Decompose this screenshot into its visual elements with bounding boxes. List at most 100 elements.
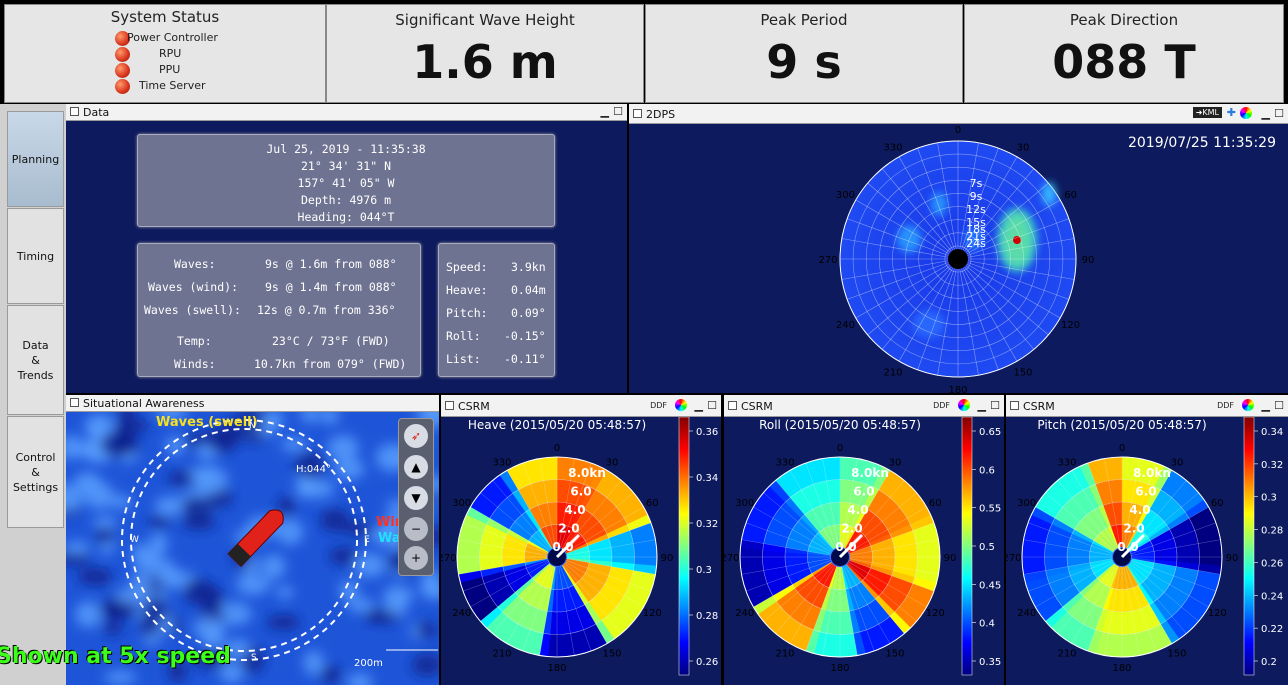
wave-blob <box>148 515 171 528</box>
maximize-icon[interactable]: ☐ <box>990 399 1000 412</box>
roll-label: Roll: <box>446 329 481 343</box>
waves-wind-label: Waves (wind): <box>148 280 239 294</box>
csrm-angle-label: 150 <box>602 648 621 659</box>
minimize-icon[interactable]: ▁ <box>601 105 609 118</box>
angle-label: 150 <box>1013 368 1032 379</box>
add-icon[interactable]: ✚ <box>1227 106 1236 119</box>
spectrum-blob <box>1042 182 1056 206</box>
nav-planning[interactable]: Planning <box>7 111 64 207</box>
heading-label: H:044° <box>296 464 331 475</box>
csrm-angle-label: 30 <box>606 458 619 469</box>
wave-blob <box>207 433 237 453</box>
wave-blob <box>416 621 437 639</box>
wave-blob <box>266 614 301 631</box>
position-datetime: Jul 25, 2019 - 11:35:38 <box>266 142 426 156</box>
wave-blob <box>193 466 228 494</box>
color-wheel-icon[interactable] <box>675 399 687 411</box>
pan-up-button[interactable]: ▲ <box>404 455 428 479</box>
status-led-icon <box>115 63 130 78</box>
color-wheel-icon[interactable] <box>1240 107 1252 119</box>
nav-timing[interactable]: Timing <box>7 208 64 304</box>
color-wheel-icon[interactable] <box>958 399 970 411</box>
csrm-chart-title: Heave (2015/05/20 05:48:57) <box>468 418 646 432</box>
csrm-angle-label: 210 <box>775 648 794 659</box>
colorbar-label: 0.28 <box>1261 526 1283 537</box>
dps-panel: 2DPS ➜KML ✚ ▁ ☐ 0 30 60 90 120 150 180 210 240 27… <box>629 104 1288 393</box>
csrm-angle-label: 270 <box>724 553 740 564</box>
maximize-icon[interactable]: ☐ <box>1274 107 1284 120</box>
north-up-button[interactable]: ➶ <box>404 424 428 448</box>
colorbar <box>961 417 973 676</box>
peak-period-title: Peak Period <box>760 11 848 29</box>
speed-ring-label: 4.0 <box>564 503 585 517</box>
wave-blob <box>303 650 324 676</box>
colorbar-label: 0.3 <box>1261 493 1277 504</box>
angle-label: 0 <box>955 125 961 136</box>
colorbar-label: 0.2 <box>1261 657 1277 668</box>
speed-ring-label: 8.0kn <box>851 466 889 480</box>
angle-label: 210 <box>883 368 902 379</box>
colorbar-label: 0.45 <box>979 580 1001 591</box>
waves-swell-value: 12s @ 0.7m from 336° <box>257 303 396 317</box>
csrm-angle-label: 0 <box>1119 443 1125 454</box>
pan-down-button[interactable]: ▼ <box>404 486 428 510</box>
angle-label: 300 <box>836 190 855 201</box>
nav-data-trends[interactable]: Data & Trends <box>7 305 64 415</box>
speed-ring-label: 2.0 <box>841 522 862 536</box>
kml-export-button[interactable]: ➜KML <box>1192 107 1222 118</box>
peak-period-tile: Peak Period 9 s <box>645 4 963 103</box>
nav-control-settings[interactable]: Control & Settings <box>7 416 64 528</box>
system-status-title: System Status <box>110 8 220 26</box>
colorbar-label: 0.26 <box>696 657 718 668</box>
nav-data-trends-label: Data & Trends <box>17 338 54 382</box>
compass-west: W <box>130 535 139 545</box>
colorbar-label: 0.35 <box>979 657 1001 668</box>
colorbar-label: 0.28 <box>696 611 718 622</box>
angle-label: 90 <box>1082 255 1095 266</box>
csrm-angle-label: 60 <box>1211 498 1224 509</box>
sidebar: Planning Timing Data & Trends Control & … <box>0 104 66 685</box>
csrm-angle-label: 330 <box>492 458 511 469</box>
nav-planning-label: Planning <box>11 152 60 166</box>
dps-timestamp: 2019/07/25 11:35:29 <box>1127 135 1276 151</box>
polar-center <box>948 249 968 269</box>
maximize-icon[interactable]: ☐ <box>613 105 623 118</box>
colorbar-label: 0.34 <box>1261 427 1283 438</box>
maximize-icon[interactable]: ☐ <box>1274 399 1284 412</box>
minimize-icon[interactable]: ▁ <box>1262 107 1270 120</box>
colorbar-label: 0.65 <box>979 427 1001 438</box>
ddf-label: DDF <box>933 401 950 410</box>
wave-blob <box>111 442 141 455</box>
waves-swell-label: Waves (swell) <box>156 415 258 430</box>
wave-blob <box>104 670 137 685</box>
speed-ring-label: 0.0 <box>835 540 856 554</box>
speed-ring-label: 6.0 <box>1135 485 1156 499</box>
position-longitude: 157° 41' 05" W <box>297 176 395 190</box>
maximize-icon[interactable]: ☐ <box>707 399 717 412</box>
colorbar-label: 0.6 <box>979 465 995 476</box>
minimize-icon[interactable]: ▁ <box>1262 399 1270 412</box>
colorbar <box>1243 417 1255 676</box>
data-panel-title: Data <box>70 106 109 119</box>
minimize-icon[interactable]: ▁ <box>695 399 703 412</box>
wave-blob <box>334 458 365 480</box>
speed-ring-label: 0.0 <box>552 540 573 554</box>
csrm-angle-label: 90 <box>944 553 957 564</box>
position-card: Jul 25, 2019 - 11:35:38 21° 34' 31" N 15… <box>137 134 555 227</box>
wave-blob <box>182 578 214 605</box>
compass-south: S <box>251 653 257 663</box>
zoom-in-button[interactable]: + <box>404 546 428 570</box>
minimize-icon[interactable]: ▁ <box>978 399 986 412</box>
csrm-heave-panel: CSRM DDF ▁ ☐ Heave (2015/05/20 05:48:57)… <box>441 395 721 685</box>
colorbar-label: 0.26 <box>1261 558 1283 569</box>
colorbar-label: 0.22 <box>1261 624 1283 635</box>
speed-ring-label: 2.0 <box>558 522 579 536</box>
list-label: List: <box>446 352 481 366</box>
compass-north: N <box>249 421 256 431</box>
wave-blob <box>275 586 294 599</box>
zoom-out-button[interactable]: − <box>404 517 428 541</box>
wave-blob <box>167 470 195 486</box>
period-label: 24s <box>966 237 986 250</box>
wave-blob <box>353 553 387 578</box>
color-wheel-icon[interactable] <box>1242 399 1254 411</box>
